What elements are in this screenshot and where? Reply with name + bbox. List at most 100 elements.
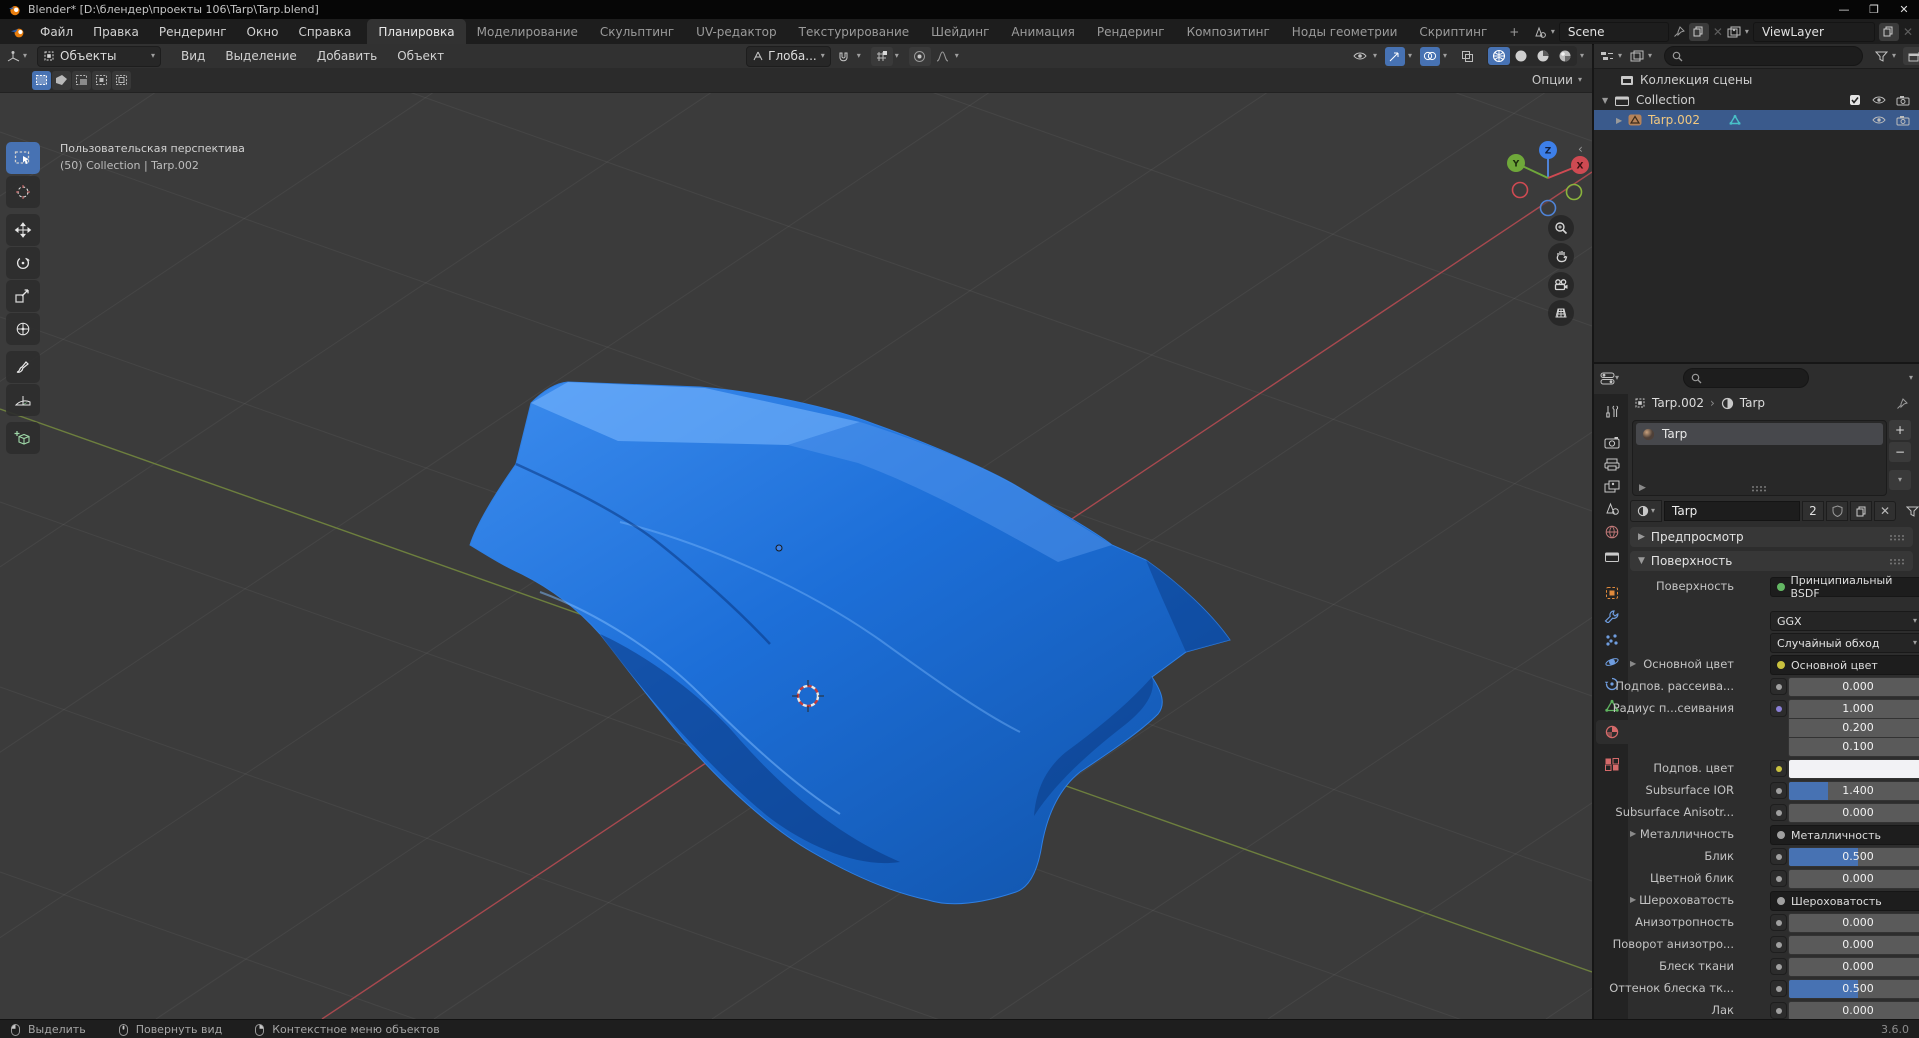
scene-canvas[interactable] [0, 92, 1592, 1019]
properties-tab-tool[interactable] [1596, 400, 1628, 424]
viewlayer-name-field[interactable]: ViewLayer [1752, 21, 1875, 42]
workspace-tab[interactable]: Моделирование [466, 19, 589, 44]
viewport-menu-item[interactable]: Выделение [215, 44, 306, 69]
restore-button[interactable]: ❐ [1859, 0, 1889, 19]
viewport-menu-item[interactable]: Объект [387, 44, 454, 69]
viewport-menu-item[interactable]: Добавить [307, 44, 387, 69]
show-overlays-icon[interactable] [1419, 46, 1440, 66]
copy-icon[interactable] [1878, 22, 1899, 41]
workspace-tab[interactable]: Скульптинг [589, 19, 685, 44]
filter-type-icon[interactable] [1630, 50, 1644, 62]
slot-list-expand-icon[interactable]: ▶ [1639, 483, 1646, 493]
properties-tab-particles[interactable] [1596, 628, 1628, 652]
input-socket-button[interactable] [1770, 980, 1787, 997]
input-socket-button[interactable] [1770, 848, 1787, 865]
attribute-field[interactable]: Металличность [1770, 825, 1919, 845]
pin-icon[interactable] [1896, 398, 1908, 410]
material-link-dropdown[interactable]: ▾ [1906, 506, 1919, 517]
properties-editor-icon[interactable] [1600, 372, 1615, 385]
remove-slot-button[interactable]: − [1889, 442, 1911, 462]
orthographic-toggle-button[interactable] [1548, 300, 1574, 326]
outliner-row[interactable]: Коллекция сцены [1594, 70, 1919, 90]
properties-tab-render[interactable] [1596, 430, 1628, 454]
outliner-row[interactable]: ▼ Collection [1594, 90, 1919, 110]
panel-surface[interactable]: ▼ Поверхность [1630, 551, 1913, 571]
tool-add-cube-button[interactable] [6, 422, 40, 454]
proportional-editing-icon[interactable] [908, 46, 931, 66]
eye-toggle-icon[interactable] [1867, 115, 1891, 125]
blender-menu-icon[interactable] [10, 25, 26, 39]
tool-move-button[interactable] [6, 214, 40, 246]
value-slider[interactable]: 1.400 [1788, 781, 1919, 801]
users-count-button[interactable]: 2 [1802, 501, 1824, 521]
tool-select-box-button[interactable] [6, 142, 40, 174]
value-slider[interactable]: 0.500 [1788, 979, 1919, 999]
tarp-object[interactable] [469, 381, 1231, 905]
input-socket-button[interactable] [1770, 700, 1787, 717]
copy-icon[interactable] [1850, 501, 1872, 521]
shading-rendered-button[interactable] [1554, 47, 1576, 65]
value-slider[interactable]: 0.000 [1788, 1001, 1919, 1021]
select-mode-set-button[interactable] [32, 70, 51, 90]
new-collection-icon[interactable] [1903, 47, 1919, 65]
breadcrumb-material[interactable]: Tarp [1740, 396, 1765, 410]
workspace-tab[interactable]: Шейдинг [920, 19, 1000, 44]
filter-icon[interactable] [1874, 51, 1888, 62]
unlink-material-button[interactable]: ✕ [1874, 501, 1896, 521]
copy-icon[interactable] [1688, 22, 1709, 41]
snap-target-icon[interactable] [870, 46, 893, 66]
close-button[interactable]: ✕ [1889, 0, 1919, 19]
properties-tab-output[interactable] [1596, 452, 1628, 476]
value-slider[interactable]: 0.000 [1788, 677, 1919, 697]
input-socket-button[interactable] [1770, 936, 1787, 953]
workspace-tab[interactable]: Анимация [1000, 19, 1085, 44]
properties-tab-texture[interactable] [1596, 752, 1628, 776]
properties-tab-material[interactable] [1596, 720, 1628, 744]
workspace-tab[interactable]: Композитинг [1176, 19, 1281, 44]
zoom-view-button[interactable] [1548, 215, 1574, 241]
tool-measure-button[interactable] [6, 384, 40, 416]
camera-toggle-icon[interactable] [1891, 95, 1915, 106]
checkbox-toggle-icon[interactable] [1843, 94, 1867, 106]
expander-icon[interactable]: ▶ [1630, 829, 1636, 838]
workspace-tab[interactable]: UV-редактор [685, 19, 787, 44]
viewlayer-selector[interactable]: ▾ ViewLayer ✕ [1727, 21, 1913, 42]
workspace-tab[interactable]: + [1498, 19, 1530, 44]
workspace-tab[interactable]: Планировка [367, 19, 466, 44]
disclosure-right-icon[interactable]: ▶ [1616, 116, 1628, 125]
show-visibility-icon[interactable] [1350, 47, 1370, 66]
editor-type-icon[interactable] [6, 50, 21, 63]
menubar-item[interactable]: Правка [83, 19, 149, 44]
panel-preview[interactable]: ▶ Предпросмотр [1630, 527, 1913, 547]
camera-toggle-icon[interactable] [1891, 115, 1915, 126]
scene-selector[interactable]: ▾ Scene ✕ [1533, 21, 1723, 42]
properties-tab-physics[interactable] [1596, 650, 1628, 674]
outliner-search-input[interactable] [1664, 46, 1863, 66]
menubar-item[interactable]: Справка [288, 19, 361, 44]
menubar-item[interactable]: Окно [237, 19, 289, 44]
camera-view-button[interactable] [1548, 272, 1574, 298]
input-socket-button[interactable] [1770, 782, 1787, 799]
fake-user-shield-icon[interactable] [1826, 501, 1848, 521]
properties-tab-view-layer[interactable] [1596, 474, 1628, 498]
slot-specials-button[interactable]: ▾ [1889, 470, 1911, 490]
scene-name-field[interactable]: Scene [1558, 21, 1669, 42]
input-socket-button[interactable] [1770, 958, 1787, 975]
vector-value-field[interactable]: 1.000 [1788, 699, 1919, 719]
viewport-3d[interactable]: ▾ Объекты ▾ Вид Выделение Добавить Объект Г… [0, 44, 1592, 1019]
breadcrumb-object[interactable]: Tarp.002 [1652, 396, 1704, 410]
workspace-tab[interactable]: Скриптинг [1408, 19, 1498, 44]
tool-scale-button[interactable] [6, 280, 40, 312]
attribute-field[interactable]: Основной цвет [1770, 655, 1919, 675]
properties-search-input[interactable] [1683, 368, 1810, 388]
menubar-item[interactable]: Рендеринг [149, 19, 237, 44]
select-mode-invert-button[interactable] [92, 70, 111, 90]
options-dropdown[interactable]: Опции ▾ [1532, 73, 1582, 87]
material-slot-row[interactable]: Tarp [1636, 423, 1883, 445]
value-slider[interactable]: 0.000 [1788, 869, 1919, 889]
mode-dropdown[interactable]: Объекты ▾ [37, 45, 162, 67]
input-socket-button[interactable] [1770, 678, 1787, 695]
snap-magnet-icon[interactable] [833, 47, 855, 66]
browse-material-button[interactable]: ▾ [1630, 500, 1662, 522]
shading-solid-button[interactable] [1510, 47, 1532, 65]
